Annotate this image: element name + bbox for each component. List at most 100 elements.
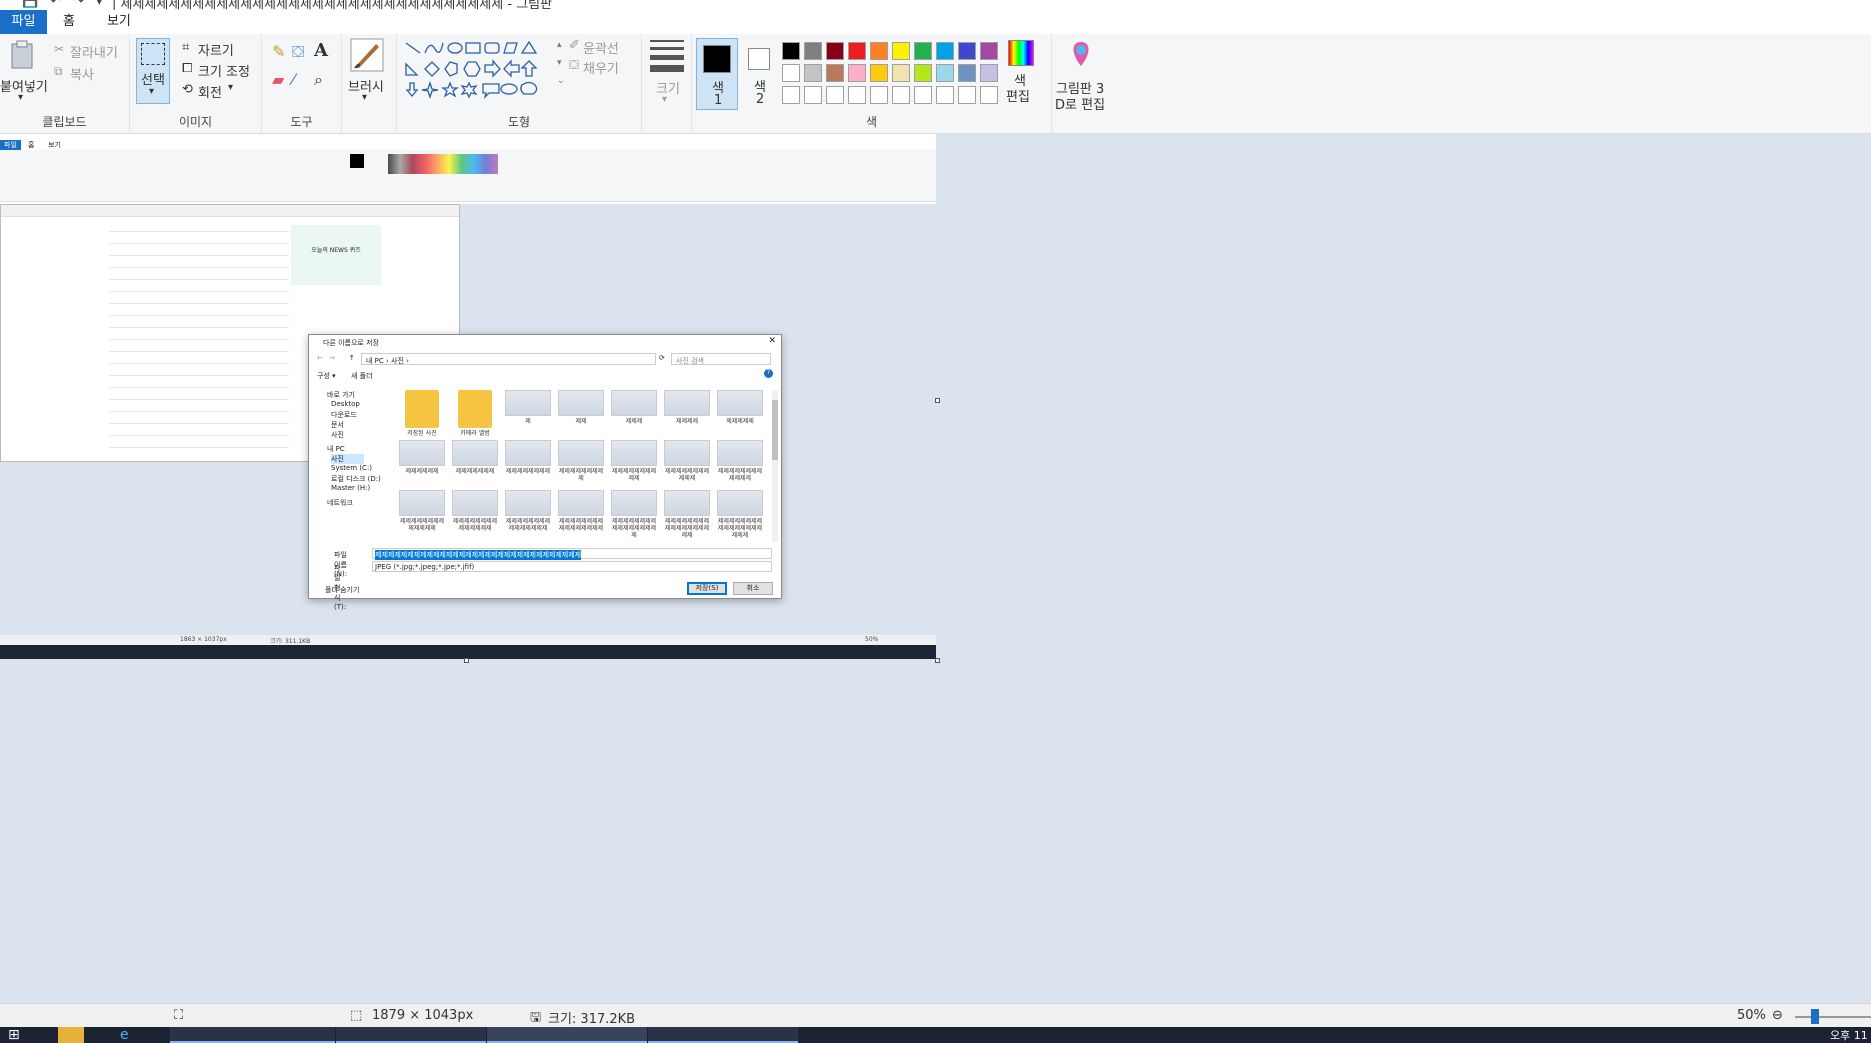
file-thumbnail[interactable]: 제제제제제제제제제제제제제제 bbox=[452, 490, 498, 536]
paint3d-icon[interactable] bbox=[1068, 40, 1094, 68]
file-thumbnail[interactable]: 제제제제제제 bbox=[399, 440, 445, 486]
up-icon[interactable]: ↑ bbox=[349, 354, 355, 362]
nav-pc-pictures[interactable]: 사진 bbox=[331, 454, 364, 464]
nav-quick-access[interactable]: 바로 가기 bbox=[327, 390, 355, 400]
size-button[interactable]: 크기 bbox=[656, 78, 680, 97]
color-swatch[interactable] bbox=[826, 86, 844, 104]
file-thumbnail[interactable]: 제제제제제제제 bbox=[452, 440, 498, 486]
color1-button[interactable]: 색 1 bbox=[696, 38, 738, 110]
canvas-area[interactable]: 파일 홈 보기 오늘의 NEWS 퀴즈 다른 이름으로 저장 ✕ ← → ↑ 내… bbox=[0, 134, 1871, 1003]
hide-folders-button[interactable]: 폴더 숨기기 bbox=[325, 585, 359, 595]
brush-dropdown-icon[interactable]: ▾ bbox=[362, 92, 367, 103]
file-thumbnail[interactable]: 제제제 bbox=[611, 390, 657, 436]
file-grid-scrollbar[interactable] bbox=[772, 390, 778, 542]
outline-button[interactable]: 윤곽선 bbox=[583, 38, 619, 57]
tab-home[interactable]: 홈 bbox=[47, 10, 91, 34]
brush-icon[interactable] bbox=[350, 38, 384, 72]
color-swatch[interactable] bbox=[848, 86, 866, 104]
scrollbar-thumb[interactable] bbox=[772, 400, 778, 460]
taskbar-app-4[interactable] bbox=[648, 1027, 798, 1043]
color-swatch[interactable] bbox=[826, 64, 844, 82]
color-swatch[interactable] bbox=[782, 64, 800, 82]
save-icon[interactable]: 💾 bbox=[22, 0, 38, 9]
rotate-dropdown-icon[interactable]: ▾ bbox=[228, 82, 233, 93]
nav-desktop[interactable]: Desktop bbox=[331, 400, 360, 408]
redo-icon[interactable]: ↷ bbox=[73, 0, 84, 9]
zoom-slider[interactable] bbox=[1795, 1016, 1871, 1018]
color-swatch[interactable] bbox=[848, 64, 866, 82]
color-swatch[interactable] bbox=[914, 64, 932, 82]
taskbar-app-1[interactable] bbox=[170, 1027, 335, 1043]
resize-handle-corner[interactable] bbox=[935, 658, 940, 663]
back-icon[interactable]: ← bbox=[317, 354, 323, 362]
file-thumbnail[interactable]: 제제제제제제제제제제제제제제제제제제제 bbox=[717, 490, 763, 539]
nav-documents[interactable]: 문서 bbox=[331, 420, 344, 430]
address-bar[interactable]: 내 PC › 사진 › bbox=[361, 353, 656, 365]
file-thumbnail[interactable]: 제제제제제제제제제제제 bbox=[664, 440, 710, 486]
edge-icon[interactable]: e bbox=[120, 1027, 146, 1043]
shapes-scroll-up-icon[interactable]: ▴ bbox=[557, 40, 562, 50]
customize-icon[interactable]: ▾ bbox=[96, 0, 103, 9]
fill-icon[interactable]: ⛋ bbox=[292, 42, 304, 62]
dialog-close-icon[interactable]: ✕ bbox=[768, 336, 776, 346]
copy-button[interactable]: 복사 bbox=[70, 64, 94, 83]
eraser-icon[interactable]: ▰ bbox=[272, 70, 284, 89]
color-swatch[interactable] bbox=[826, 42, 844, 60]
color-swatch[interactable] bbox=[782, 86, 800, 104]
file-thumbnail[interactable]: 제 bbox=[505, 390, 551, 436]
shapes-scroll-down-icon[interactable]: ▾ bbox=[557, 58, 562, 68]
color-swatch[interactable] bbox=[804, 42, 822, 60]
start-icon[interactable]: ⊞ bbox=[8, 1027, 20, 1043]
color-swatch[interactable] bbox=[958, 86, 976, 104]
color-swatch[interactable] bbox=[936, 42, 954, 60]
filetype-select[interactable]: JPEG (*.jpg;*.jpeg;*.jpe;*.jfif) bbox=[372, 561, 772, 572]
refresh-icon[interactable]: ⟳ bbox=[659, 354, 665, 362]
paste-dropdown-icon[interactable]: ▾ bbox=[18, 92, 23, 103]
rotate-button[interactable]: 회전 bbox=[198, 82, 222, 101]
nav-pictures[interactable]: 사진 bbox=[331, 430, 344, 440]
color-swatch[interactable] bbox=[892, 64, 910, 82]
save-button[interactable]: 저장(S) bbox=[687, 582, 727, 595]
file-thumbnail[interactable]: 제제제제제제제제제제제제 bbox=[717, 440, 763, 486]
undo-icon[interactable]: ↶ bbox=[50, 0, 61, 9]
file-thumbnail[interactable]: 제제제제제제제제제제 bbox=[611, 440, 657, 486]
color-swatch[interactable] bbox=[914, 42, 932, 60]
zoom-slider-thumb[interactable] bbox=[1811, 1009, 1819, 1024]
shapes-gallery[interactable] bbox=[403, 40, 555, 100]
crop-button[interactable]: 자르기 bbox=[198, 40, 234, 59]
taskbar-app-3-paint[interactable] bbox=[487, 1027, 647, 1043]
color-swatch[interactable] bbox=[782, 42, 800, 60]
select-button[interactable]: 선택 ▾ bbox=[136, 38, 170, 104]
organize-button[interactable]: 구성 ▾ bbox=[317, 371, 336, 381]
paste-icon[interactable] bbox=[10, 40, 34, 70]
color-swatch[interactable] bbox=[870, 64, 888, 82]
color-swatch[interactable] bbox=[936, 86, 954, 104]
color-swatch[interactable] bbox=[980, 42, 998, 60]
resize-handle-bottom[interactable] bbox=[464, 658, 469, 663]
search-box[interactable]: 사진 검색 bbox=[671, 353, 771, 365]
color-swatch[interactable] bbox=[848, 42, 866, 60]
color-swatch[interactable] bbox=[804, 86, 822, 104]
fill-button[interactable]: 채우기 bbox=[583, 58, 619, 77]
nav-drive-c[interactable]: System (C:) bbox=[331, 464, 372, 472]
filename-input[interactable]: 제제제제제제제제제제제제제제제제제제제제제제제제제제제제제제제제 bbox=[372, 548, 772, 560]
magnifier-icon[interactable]: ⌕ bbox=[314, 70, 323, 90]
nav-downloads[interactable]: 다운로드 bbox=[331, 410, 357, 420]
zoom-out-icon[interactable]: ⊖ bbox=[1772, 1008, 1783, 1023]
file-thumbnail[interactable]: 제제제제제 bbox=[717, 390, 763, 436]
text-icon[interactable]: A bbox=[314, 40, 328, 61]
shapes-expand-icon[interactable]: ⌄ bbox=[557, 76, 565, 86]
new-folder-button[interactable]: 새 폴더 bbox=[351, 371, 373, 381]
file-thumbnail[interactable]: 제제제제제제제제제제제제제제제제제제 bbox=[664, 490, 710, 539]
color-swatch[interactable] bbox=[936, 64, 954, 82]
color-swatch[interactable] bbox=[958, 42, 976, 60]
file-explorer-icon[interactable] bbox=[58, 1027, 84, 1043]
color-swatch[interactable] bbox=[980, 64, 998, 82]
color-swatch[interactable] bbox=[892, 42, 910, 60]
nav-drive-d[interactable]: 로컬 디스크 (D:) bbox=[331, 474, 381, 484]
color-swatch[interactable] bbox=[980, 86, 998, 104]
nav-network[interactable]: 네트워크 bbox=[327, 498, 353, 508]
color-swatch[interactable] bbox=[892, 86, 910, 104]
file-thumbnail[interactable]: 제제제제제제제제제제제제제제제제제 bbox=[611, 490, 657, 539]
file-thumbnail[interactable]: 제제제제제제제제제제제제제제제제 bbox=[558, 490, 604, 536]
